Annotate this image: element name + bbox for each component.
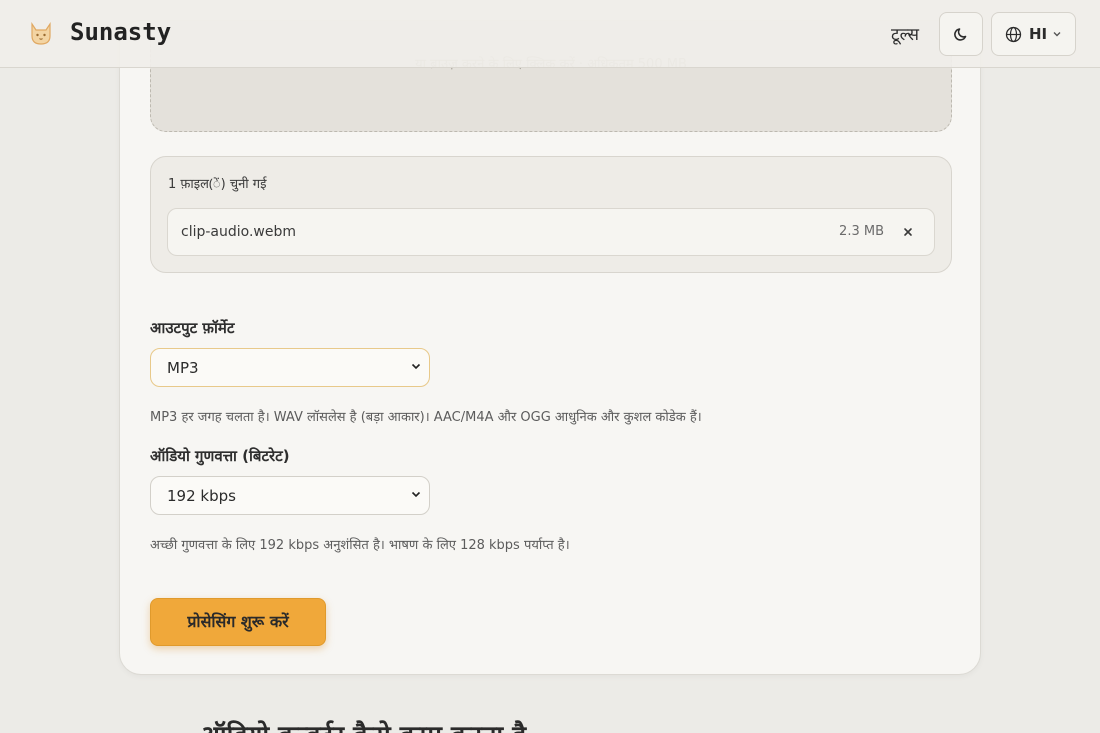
- file-size: 2.3 MB: [839, 224, 884, 239]
- start-processing-button[interactable]: प्रोसेसिंग शुरू करें: [150, 598, 326, 646]
- moon-icon: [954, 28, 967, 41]
- chevron-down-icon: [1053, 32, 1061, 37]
- bitrate-select[interactable]: 192 kbps: [150, 476, 430, 515]
- theme-toggle-button[interactable]: [939, 12, 983, 56]
- remove-file-button[interactable]: [902, 222, 914, 242]
- chevron-down-icon: [411, 491, 421, 498]
- file-name: clip-audio.webm: [181, 224, 297, 240]
- selected-files-panel: 1 फ़ाइल(ें) चुनी गई clip-audio.webm 2.3 …: [150, 156, 952, 273]
- section-heading: ऑडियो कन्वर्टर कैसे काम करता है: [200, 716, 526, 733]
- brand-name[interactable]: Sunasty: [70, 18, 171, 46]
- bitrate-value: 192 kbps: [167, 487, 236, 505]
- output-format-label: आउटपुट फ़ॉर्मेट: [150, 319, 235, 337]
- language-selector[interactable]: HI: [991, 12, 1076, 56]
- files-count-label: 1 फ़ाइल(ें) चुनी गई: [168, 177, 267, 192]
- output-format-select[interactable]: MP3: [150, 348, 430, 387]
- converter-card: या ब्राउज़ करने के लिए क्लिक करें · अधिक…: [119, 20, 981, 675]
- top-header: Sunasty टूल्स HI: [0, 0, 1100, 68]
- output-format-value: MP3: [167, 359, 199, 377]
- language-code: HI: [1029, 25, 1048, 43]
- chevron-down-icon: [411, 363, 421, 370]
- bitrate-label: ऑडियो गुणवत्ता (बिटरेट): [150, 447, 290, 465]
- output-format-help: MP3 हर जगह चलता है। WAV लॉसलेस है (बड़ा …: [150, 410, 702, 425]
- bitrate-help: अच्छी गुणवत्ता के लिए 192 kbps अनुशंसित …: [150, 538, 570, 553]
- cat-logo-icon[interactable]: [26, 18, 56, 48]
- globe-icon: [1005, 26, 1022, 43]
- close-icon: [904, 228, 912, 236]
- tools-link[interactable]: टूल्स: [891, 22, 919, 45]
- file-row: clip-audio.webm 2.3 MB: [167, 208, 935, 256]
